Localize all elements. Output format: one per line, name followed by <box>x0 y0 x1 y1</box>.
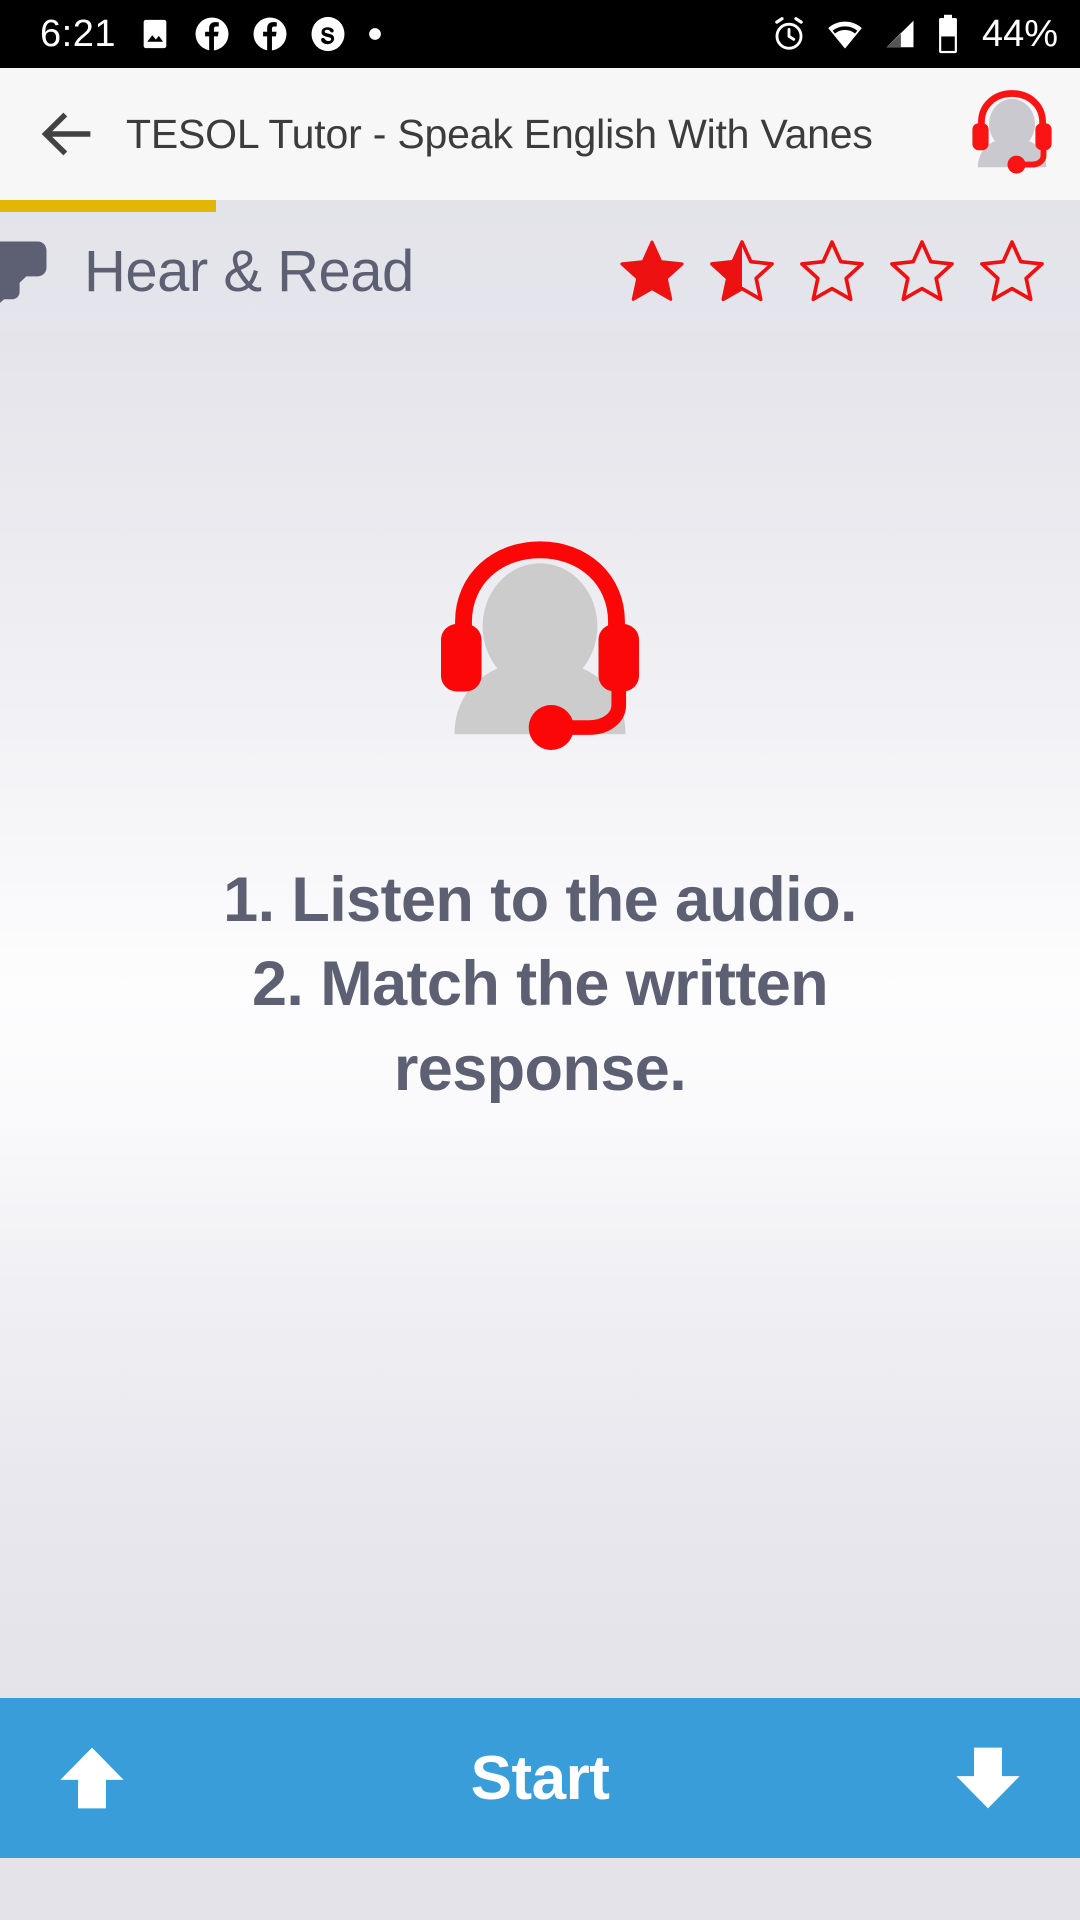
headset-avatar-icon[interactable] <box>958 80 1066 188</box>
status-bar-right-group: 44% <box>770 14 1058 54</box>
star-icon-empty[interactable] <box>888 237 956 305</box>
headset-avatar-icon <box>441 541 639 750</box>
back-arrow-icon <box>41 112 91 156</box>
status-bar: 6:21 44% <box>0 0 1080 68</box>
skype-icon <box>311 16 345 52</box>
app-bar: TESOL Tutor - Speak English With Vanes <box>0 68 1080 200</box>
back-button[interactable] <box>24 91 110 177</box>
star-icon-empty[interactable] <box>978 237 1046 305</box>
signal-icon <box>886 20 914 48</box>
page-title: TESOL Tutor - Speak English With Vanes <box>126 110 873 157</box>
status-bar-left-group: 6:21 <box>40 15 382 53</box>
battery-percent: 44% <box>981 13 1058 55</box>
image-icon <box>143 19 167 49</box>
arrow-down-icon[interactable] <box>950 1740 1026 1816</box>
instruction-text: 1. Listen to the audio. 2. Match the wri… <box>70 858 1010 1111</box>
alarm-icon <box>775 17 803 50</box>
app-screen: 6:21 44% TESOL Tutor - Speak English Wit… <box>0 0 1080 1920</box>
wifi-icon <box>828 21 862 49</box>
star-icon-empty[interactable] <box>798 237 866 305</box>
instruction-line-3: response. <box>393 1033 687 1104</box>
facebook-icon <box>195 17 229 51</box>
facebook-icon <box>253 17 287 51</box>
start-button-label[interactable]: Start <box>0 1743 1080 1814</box>
arrow-up-icon[interactable] <box>54 1740 130 1816</box>
instruction-line-1: 1. Listen to the audio. <box>223 865 857 935</box>
section-header: Hear & Read <box>0 212 1080 330</box>
section-title: Hear & Read <box>84 238 414 304</box>
instruction-line-2: 2. Match the written <box>251 949 829 1020</box>
lesson-progress-track <box>0 200 1080 212</box>
status-clock: 6:21 <box>40 13 116 55</box>
lesson-progress-fill <box>0 200 216 212</box>
chat-bubbles-icon <box>0 241 47 303</box>
dot-icon <box>369 28 381 40</box>
battery-icon <box>939 14 957 54</box>
star-rating[interactable] <box>618 237 1046 305</box>
star-icon-half[interactable] <box>708 237 776 305</box>
bottom-action-bar: Start <box>0 1698 1080 1858</box>
lesson-content: 1. Listen to the audio. 2. Match the wri… <box>0 330 1080 1698</box>
footer-strip <box>0 1858 1080 1920</box>
star-icon-full[interactable] <box>618 237 686 305</box>
